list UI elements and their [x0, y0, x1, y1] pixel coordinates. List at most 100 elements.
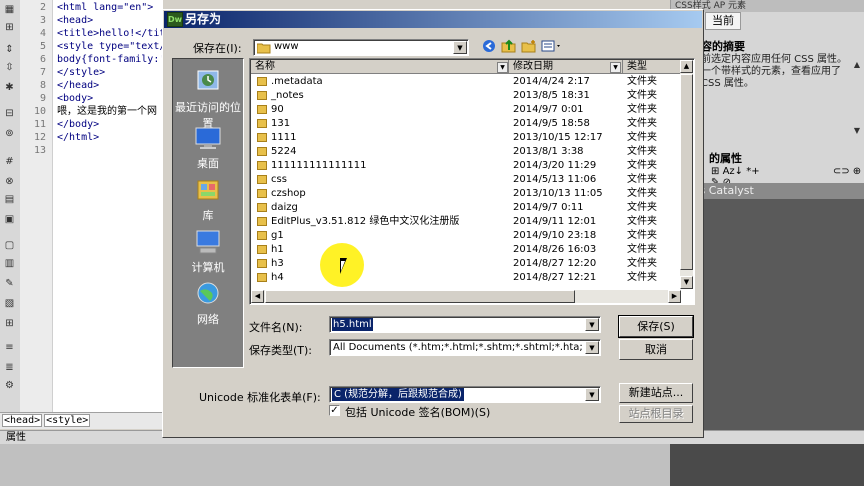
code-view-icon[interactable]: ▦ [3, 4, 16, 16]
place-library[interactable]: 库 [173, 175, 243, 223]
scroll-up-icon[interactable]: ▲ [852, 60, 862, 70]
back-icon[interactable] [481, 39, 497, 55]
column-type[interactable]: 类型 [623, 60, 681, 74]
cancel-button[interactable]: 取消 [619, 339, 693, 360]
save-in-combo[interactable]: www ▼ [253, 39, 469, 56]
line-numbers-icon[interactable]: ⊟ [3, 108, 16, 120]
outdent-icon[interactable]: ≡ [3, 342, 16, 354]
place-computer[interactable]: 计算机 [173, 227, 243, 275]
scroll-thumb[interactable] [265, 290, 575, 303]
scroll-up-icon[interactable]: ▲ [680, 60, 693, 73]
tag-head[interactable]: <head> [2, 414, 43, 427]
file-row[interactable]: 5224 2013/8/1 3:38 文件夹 [251, 145, 681, 159]
expand-icon[interactable]: ⇳ [3, 62, 16, 74]
indent-right-icon[interactable]: ≣ [3, 362, 16, 374]
computer-icon [196, 230, 220, 254]
network-icon [197, 282, 219, 304]
attach-icon[interactable]: ⊂⊃ [833, 166, 850, 177]
file-date: 2013/8/1 3:38 [513, 146, 584, 157]
indent-icon[interactable]: ⊗ [3, 176, 16, 188]
file-row[interactable]: _notes 2013/8/5 18:31 文件夹 [251, 89, 681, 103]
file-row[interactable]: h3 2014/8/27 12:20 文件夹 [251, 257, 681, 271]
column-name[interactable]: 名称 ▼ [251, 60, 509, 74]
view-menu-icon[interactable] [541, 39, 563, 55]
split-icon[interactable]: ⊞ [3, 22, 16, 34]
file-row[interactable]: .metadata 2014/4/24 2:17 文件夹 [251, 75, 681, 89]
syntax-icon[interactable]: # [3, 156, 16, 168]
file-row[interactable]: h4 2014/8/27 12:21 文件夹 [251, 271, 681, 285]
place-network[interactable]: 网络 [173, 279, 243, 327]
scroll-right-icon[interactable]: ▶ [668, 290, 681, 303]
line-number: 3 [39, 15, 46, 26]
sort-arrow-icon[interactable]: ▼ [497, 62, 508, 73]
file-date: 2013/10/13 11:05 [513, 188, 603, 199]
tab-current[interactable]: 当前 [705, 12, 741, 30]
select-parent-icon[interactable]: ✱ [3, 82, 16, 94]
chevron-down-icon[interactable]: ▼ [585, 388, 599, 401]
file-date: 2013/8/5 18:31 [513, 90, 590, 101]
dialog-titlebar[interactable]: Dw 另存为 [164, 11, 702, 28]
bom-checkbox[interactable]: ✓ [329, 405, 340, 416]
file-row[interactable]: 131 2014/9/5 18:58 文件夹 [251, 117, 681, 131]
vertical-scrollbar[interactable]: ▲ ▼ [680, 60, 693, 289]
file-row[interactable]: 90 2014/9/7 0:01 文件夹 [251, 103, 681, 117]
new-rule-icon[interactable]: ⊕ [853, 166, 861, 177]
folder-icon [257, 119, 267, 128]
up-folder-icon[interactable] [501, 39, 517, 55]
unicode-value: C (规范分解，后跟规范合成) [332, 388, 464, 401]
comment-icon[interactable]: ▣ [3, 214, 16, 226]
column-date[interactable]: 修改日期 ▼ [509, 60, 623, 74]
file-row[interactable]: 1111 2013/10/15 12:17 文件夹 [251, 131, 681, 145]
site-root-button[interactable]: 站点根目录 [619, 405, 693, 423]
wrap-icon[interactable]: ⊚ [3, 128, 16, 140]
business-catalyst-tab[interactable]: ess Catalyst [681, 183, 864, 199]
summary-title: 容的摘要 [701, 40, 745, 53]
scroll-left-icon[interactable]: ◀ [251, 290, 264, 303]
tools-icon[interactable]: ⚙ [3, 380, 16, 392]
filename-input[interactable]: h5.html ▼ [329, 316, 601, 333]
file-type: 文件夹 [627, 118, 657, 129]
file-row[interactable]: 111111111111111 2014/3/20 11:29 文件夹 [251, 159, 681, 173]
folder-icon [257, 203, 267, 212]
scroll-down-icon[interactable]: ▼ [852, 126, 862, 136]
scroll-down-icon[interactable]: ▼ [680, 276, 693, 289]
balloon-icon[interactable]: ▢ [3, 240, 16, 252]
file-name: 90 [271, 104, 284, 115]
category-view-icon[interactable]: ⊞ [711, 166, 719, 177]
save-button[interactable]: 保存(S) [618, 315, 694, 338]
unicode-normalization-combo[interactable]: C (规范分解，后跟规范合成) ▼ [329, 386, 601, 403]
file-type: 文件夹 [627, 90, 657, 101]
file-row[interactable]: EditPlus_v3.51.812 绿色中文汉化注册版 2014/9/11 12… [251, 215, 681, 229]
place-desktop[interactable]: 桌面 [173, 123, 243, 171]
new-site-button[interactable]: 新建站点... [619, 383, 693, 403]
file-row[interactable]: g1 2014/9/10 23:18 文件夹 [251, 229, 681, 243]
file-list[interactable]: 名称 ▼ 修改日期 ▼ 类型 .metadata 2014/4/24 2:17 文件… [249, 58, 695, 305]
line-number: 5 [39, 41, 46, 52]
chevron-down-icon[interactable]: ▼ [585, 341, 599, 354]
place-label: 计算机 [191, 261, 225, 274]
format-icon[interactable]: ✎ [3, 278, 16, 290]
code-editor[interactable]: <html lang="en"> <head> <title>hello!</t… [53, 0, 163, 412]
file-row[interactable]: daizg 2014/9/7 0:11 文件夹 [251, 201, 681, 215]
alpha-view-icon[interactable]: Az↓ [723, 166, 743, 177]
apply-icon[interactable]: ▧ [3, 298, 16, 310]
file-date: 2014/9/7 0:11 [513, 202, 584, 213]
horizontal-scrollbar[interactable]: ◀ ▶ [251, 290, 681, 303]
filetype-combo[interactable]: All Documents (*.htm;*.html;*.shtm;*.sht… [329, 339, 601, 356]
file-row[interactable]: h1 2014/8/26 16:03 文件夹 [251, 243, 681, 257]
highlight-icon[interactable]: ▤ [3, 194, 16, 206]
tag-style[interactable]: <style> [44, 414, 91, 427]
chevron-down-icon[interactable]: ▼ [453, 41, 467, 54]
file-row[interactable]: czshop 2013/10/13 11:05 文件夹 [251, 187, 681, 201]
chevron-down-icon[interactable]: ▼ [585, 318, 599, 331]
code-line: </body> [57, 119, 100, 130]
new-folder-icon[interactable] [521, 39, 537, 55]
grid-icon[interactable]: ⊞ [3, 318, 16, 330]
snippet-icon[interactable]: ▥ [3, 258, 16, 270]
scroll-thumb[interactable] [680, 74, 693, 270]
place-recent[interactable]: 最近访问的位置 [173, 67, 243, 131]
set-properties-icon[interactable]: *+ [746, 166, 759, 177]
collapse-icon[interactable]: ⇕ [3, 44, 16, 56]
file-row[interactable]: css 2014/5/13 11:06 文件夹 [251, 173, 681, 187]
sort-arrow-icon[interactable]: ▼ [610, 62, 621, 73]
